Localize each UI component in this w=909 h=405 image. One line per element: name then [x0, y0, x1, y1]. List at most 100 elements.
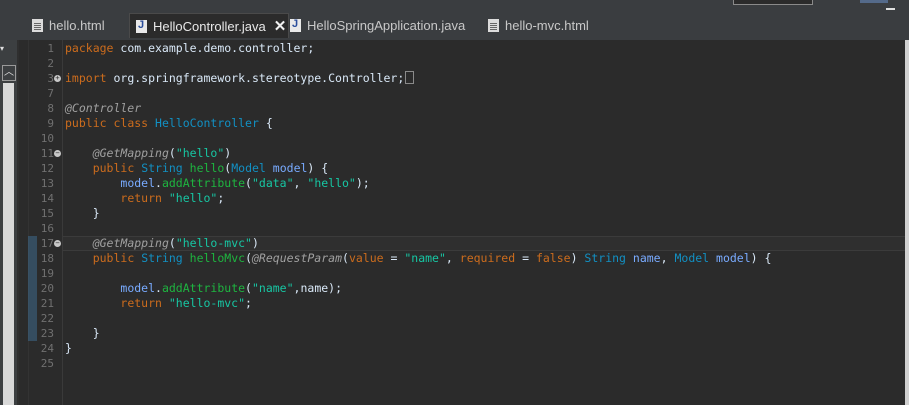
- code-editor[interactable]: [19, 40, 909, 405]
- method-name: hello: [189, 161, 225, 175]
- code-text: }: [92, 326, 100, 340]
- line-number: 14: [40, 192, 54, 205]
- line-number: 11: [40, 147, 54, 160]
- line-number: 3: [47, 72, 54, 85]
- keyword: return: [120, 296, 162, 310]
- code-line-17: @GetMapping("hello-mvc"): [92, 236, 259, 250]
- code-line-12: public String hello(Model model) {: [92, 161, 329, 175]
- line-number: 15: [40, 207, 54, 220]
- keyword: public: [65, 116, 107, 130]
- string-literal: "name": [251, 281, 294, 295]
- line-number: 10: [40, 132, 54, 145]
- code-line-20: model.addAttribute("name",name);: [120, 281, 343, 295]
- code-line-1: package com.example.demo.controller;: [65, 41, 314, 56]
- annotation: @Controller: [65, 101, 142, 115]
- type-name: String: [141, 251, 183, 265]
- line-number: 22: [40, 312, 54, 325]
- java-file-icon: [290, 18, 301, 32]
- line-number: 23: [40, 327, 54, 340]
- class-name: HelloController: [155, 116, 259, 130]
- type-name: Model: [231, 161, 266, 175]
- method-name: addAttribute: [161, 281, 246, 295]
- variable-name: model: [120, 281, 156, 295]
- view-menu-icon[interactable]: ▾: [0, 44, 10, 53]
- string-literal: "data": [251, 176, 294, 190]
- type-name: Model: [674, 251, 710, 265]
- code-line-15: }: [65, 206, 100, 221]
- code-line-11: @GetMapping("hello"): [92, 146, 232, 160]
- code-text: }: [65, 341, 72, 355]
- code-line-18: public String helloMvc(@RequestParam(val…: [92, 251, 772, 265]
- code-line-8: @Controller: [65, 101, 141, 116]
- line-number: 12: [40, 162, 54, 175]
- expand-fold-icon[interactable]: +: [54, 75, 61, 82]
- annotation: @RequestParam: [252, 251, 343, 265]
- search-box[interactable]: [733, 0, 813, 5]
- tab-label: hello-mvc.html: [505, 17, 589, 33]
- right-overview-ruler: [905, 40, 909, 405]
- variable-name: model: [120, 176, 156, 190]
- tab-label: hello.html: [49, 17, 105, 33]
- line-number: 13: [40, 177, 54, 190]
- parameter-name: name: [632, 251, 661, 265]
- code-line-23: }: [65, 326, 100, 341]
- keyword: public: [92, 161, 135, 175]
- line-number: 25: [40, 357, 54, 370]
- parameter-name: model: [272, 161, 308, 175]
- code-text: org.springframework.stereotype.Controlle…: [106, 71, 405, 85]
- perspective-button[interactable]: [860, 0, 888, 3]
- method-name: helloMvc: [189, 251, 246, 265]
- keyword: class: [113, 116, 149, 130]
- tab-hello-html[interactable]: hello.html: [27, 13, 132, 37]
- string-literal: "hello": [175, 146, 225, 160]
- annotation: @GetMapping: [92, 146, 169, 160]
- string-literal: "hello": [307, 176, 356, 190]
- string-literal: "name": [404, 251, 446, 265]
- keyword: public: [92, 251, 135, 265]
- line-number: 24: [40, 342, 54, 355]
- string-literal: "hello": [168, 191, 218, 205]
- method-name: addAttribute: [161, 176, 246, 190]
- line-number: 17: [40, 237, 54, 250]
- collapse-fold-icon[interactable]: −: [54, 150, 61, 157]
- line-number: 21: [40, 297, 54, 310]
- html-file-icon: [32, 18, 43, 32]
- keyword: false: [535, 251, 571, 265]
- line-number: 18: [40, 252, 54, 265]
- annotation-attribute: required: [459, 251, 516, 265]
- code-text: }: [92, 206, 100, 220]
- code-text: name: [300, 281, 329, 295]
- line-number: 19: [40, 267, 54, 280]
- code-line-9: public class HelloController {: [65, 116, 273, 131]
- html-file-icon: [488, 18, 499, 32]
- annotation-attribute: value: [348, 251, 384, 265]
- line-number: 9: [47, 117, 54, 130]
- code-line-21: return "hello-mvc";: [120, 296, 252, 310]
- line-number: 1: [47, 42, 54, 55]
- tab-hellospringapplication-java[interactable]: HelloSpringApplication.java: [287, 13, 480, 37]
- scroll-up-icon[interactable]: ︿: [2, 65, 16, 81]
- parameter-name: model: [716, 251, 751, 265]
- tab-hellocontroller-java[interactable]: HelloController.java ✕: [129, 13, 289, 38]
- keyword: import: [65, 71, 107, 85]
- folded-imports-icon[interactable]: [405, 71, 415, 84]
- collapse-fold-icon[interactable]: −: [54, 240, 61, 247]
- code-text: {: [258, 116, 273, 130]
- code-text: com.example.demo.controller;: [113, 41, 315, 55]
- type-name: String: [141, 161, 183, 175]
- tab-hello-mvc-html[interactable]: hello-mvc.html: [486, 13, 618, 37]
- overview-ruler: [19, 40, 29, 405]
- gutter-separator: [62, 40, 63, 405]
- line-number: 16: [40, 222, 54, 235]
- code-line-14: return "hello";: [120, 191, 225, 205]
- keyword: package: [65, 41, 114, 55]
- string-literal: "hello-mvc": [175, 236, 252, 250]
- code-line-13: model.addAttribute("data", "hello");: [120, 176, 370, 190]
- minimize-button[interactable]: [886, 8, 895, 10]
- line-number: 7: [47, 87, 54, 100]
- java-file-icon: [136, 19, 147, 33]
- close-icon[interactable]: ✕: [274, 17, 287, 35]
- scrollbar-track[interactable]: [3, 83, 14, 405]
- line-number: 20: [40, 282, 54, 295]
- line-number: 2: [47, 57, 54, 70]
